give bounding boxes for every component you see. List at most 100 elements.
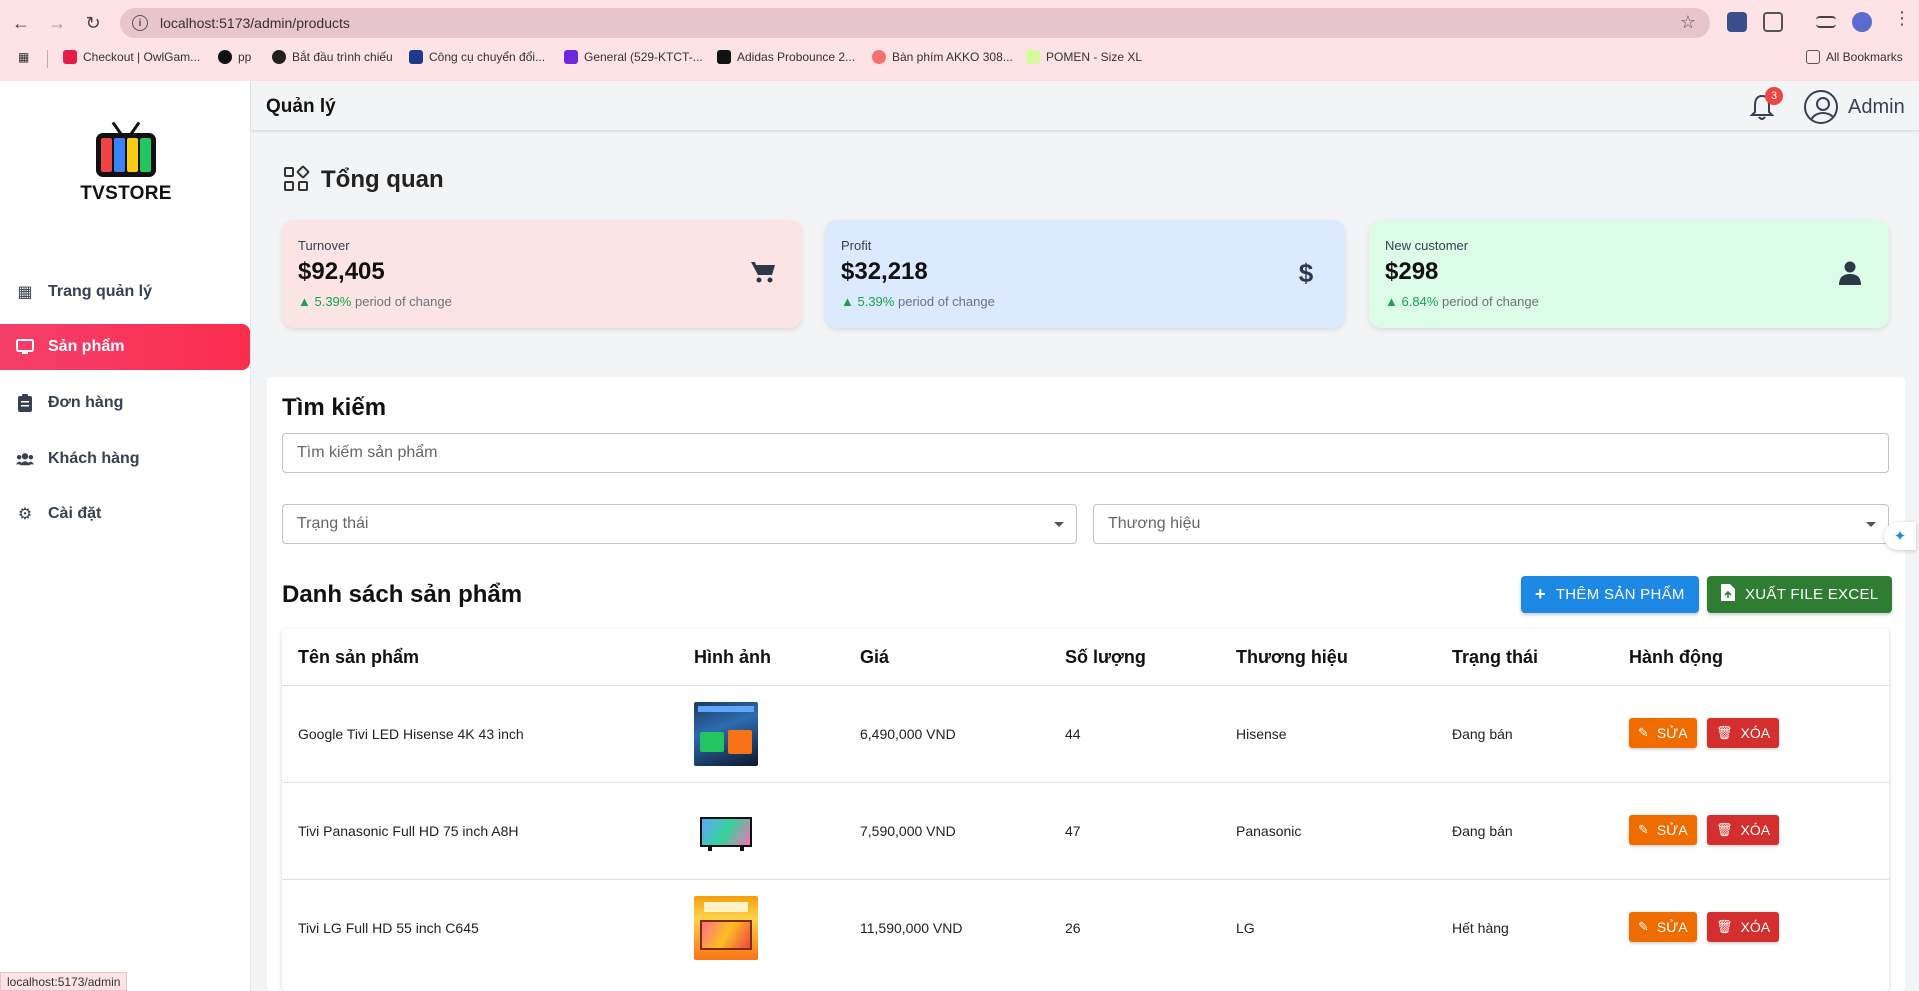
user-avatar-icon xyxy=(1804,90,1838,124)
profile-avatar[interactable] xyxy=(1852,12,1872,32)
delete-button[interactable]: 🗑 XÓA xyxy=(1707,718,1780,748)
product-price: 11,590,000 VND xyxy=(860,920,963,936)
store-logo[interactable]: TVSTORE xyxy=(78,121,174,211)
bookmark-item[interactable]: General (529-KTCT-... xyxy=(564,50,703,64)
bookmark-item[interactable]: Checkout | OwlGam... xyxy=(63,50,200,64)
column-header[interactable]: Giá xyxy=(860,647,889,668)
media-icon[interactable] xyxy=(1816,16,1836,28)
column-header[interactable]: Số lượng xyxy=(1065,647,1146,668)
edit-button[interactable]: ✎ SỬA xyxy=(1629,912,1697,942)
menu-icon[interactable]: ⋮ xyxy=(1893,8,1913,28)
edit-icon: ✎ xyxy=(1638,822,1649,837)
product-name: Google Tivi LED Hisense 4K 43 inch xyxy=(298,726,524,742)
top-header: Quản lý 3 Admin xyxy=(251,81,1919,131)
export-excel-button[interactable]: XUẤT FILE EXCEL xyxy=(1707,576,1893,613)
bookmark-item[interactable]: Adidas Probounce 2... xyxy=(717,50,855,64)
site-info-icon[interactable]: i xyxy=(132,15,148,31)
bookmark-favicon xyxy=(1026,50,1040,64)
add-product-button[interactable]: + THÊM SẢN PHẨM xyxy=(1521,576,1699,613)
bookmark-item[interactable]: pp xyxy=(218,50,251,64)
product-image xyxy=(694,896,758,960)
card-label: Profit xyxy=(841,238,872,253)
search-input[interactable]: Tìm kiếm sản phẩm xyxy=(282,433,1889,473)
sidebar-item-customers[interactable]: Khách hàng xyxy=(0,436,250,482)
up-arrow-icon: ▲ xyxy=(298,294,315,309)
sidebar-item-products[interactable]: Sản phẩm xyxy=(0,324,250,370)
column-header[interactable]: Trạng thái xyxy=(1452,647,1538,668)
change-percent: 5.39% xyxy=(314,294,352,309)
product-quantity: 47 xyxy=(1065,823,1081,839)
column-header[interactable]: Thương hiệu xyxy=(1236,647,1348,668)
column-header[interactable]: Hình ảnh xyxy=(694,647,771,668)
brand-select-placeholder: Thương hiệu xyxy=(1108,515,1201,532)
up-arrow-icon: ▲ xyxy=(1385,294,1402,309)
product-brand: LG xyxy=(1236,920,1255,936)
browser-status-bar: localhost:5173/admin xyxy=(0,972,128,991)
sidebar-item-dashboard[interactable]: ▦ Trang quản lý xyxy=(0,269,250,315)
bookmark-favicon xyxy=(409,50,423,64)
delete-label: XÓA xyxy=(1740,725,1771,741)
url-text: localhost:5173/admin/products xyxy=(160,15,350,31)
card-label: Turnover xyxy=(298,238,350,253)
user-menu[interactable]: Admin xyxy=(1804,90,1905,124)
all-bookmarks[interactable]: All Bookmarks xyxy=(1806,50,1903,64)
chevron-down-icon xyxy=(1054,522,1064,527)
sidebar-item-orders[interactable]: Đơn hàng xyxy=(0,380,250,426)
product-price: 6,490,000 VND xyxy=(860,726,956,742)
bookmark-item[interactable]: Bắt đầu trình chiếu xyxy=(272,50,393,64)
bookmark-item[interactable]: Bàn phím AKKO 308... xyxy=(872,50,1013,64)
bookmark-favicon xyxy=(717,50,731,64)
table-row[interactable]: Tivi LG Full HD 55 inch C645 11,590,000 … xyxy=(282,879,1889,976)
browser-toolbar: ← → ↻ i localhost:5173/admin/products ☆ … xyxy=(0,0,1919,81)
products-panel: Tìm kiếm Tìm kiếm sản phẩm Trạng thái Th… xyxy=(267,377,1905,991)
brand-select[interactable]: Thương hiệu xyxy=(1093,504,1889,544)
card-change: ▲ 6.84% period of change xyxy=(1385,294,1539,309)
column-header[interactable]: Hành động xyxy=(1629,647,1723,668)
forward-icon[interactable]: → xyxy=(46,12,68,34)
folder-icon xyxy=(1806,50,1820,64)
profit-card: Profit $32,218 ▲ 5.39% period of change … xyxy=(825,220,1345,328)
sidebar-item-settings[interactable]: ⚙ Cài đặt xyxy=(0,491,250,537)
column-header[interactable]: Tên sản phẩm xyxy=(298,647,419,668)
address-bar[interactable]: i localhost:5173/admin/products ☆ xyxy=(120,8,1710,38)
delete-label: XÓA xyxy=(1740,919,1771,935)
username: Admin xyxy=(1848,95,1905,118)
floating-extension-icon[interactable]: ✦ xyxy=(1884,522,1916,550)
users-icon xyxy=(16,450,34,468)
card-label: New customer xyxy=(1385,238,1469,253)
notification-badge: 3 xyxy=(1765,87,1783,105)
edit-label: SỬA xyxy=(1656,725,1688,741)
edit-label: SỬA xyxy=(1656,919,1688,935)
table-row[interactable]: Tivi Panasonic Full HD 75 inch A8H 7,590… xyxy=(282,782,1889,879)
bookmark-favicon xyxy=(272,50,286,64)
sidebar-item-label: Cài đặt xyxy=(48,505,102,522)
card-change: ▲ 5.39% period of change xyxy=(841,294,995,309)
bookmark-item[interactable]: Công cụ chuyển đổi... xyxy=(409,50,545,64)
status-select[interactable]: Trạng thái xyxy=(282,504,1077,544)
bookmark-star-icon[interactable]: ☆ xyxy=(1680,12,1696,33)
sidebar: TVSTORE ▦ Trang quản lý Sản phẩm Đơn hàn… xyxy=(0,81,251,991)
product-list-title: Danh sách sản phẩm xyxy=(282,581,523,608)
reload-icon[interactable]: ↻ xyxy=(82,12,104,34)
apps-grid-icon[interactable]: ▦ xyxy=(18,50,29,64)
back-icon[interactable]: ← xyxy=(10,12,32,34)
product-quantity: 44 xyxy=(1065,726,1081,742)
edit-button[interactable]: ✎ SỬA xyxy=(1629,815,1697,845)
trash-icon: 🗑 xyxy=(1716,822,1733,837)
delete-button[interactable]: 🗑 XÓA xyxy=(1707,912,1780,942)
edit-button[interactable]: ✎ SỬA xyxy=(1629,718,1697,748)
notification-button[interactable]: 3 xyxy=(1749,87,1783,121)
delete-label: XÓA xyxy=(1740,822,1771,838)
delete-button[interactable]: 🗑 XÓA xyxy=(1707,815,1780,845)
table-row[interactable]: Google Tivi LED Hisense 4K 43 inch 6,490… xyxy=(282,685,1889,782)
export-excel-label: XUẤT FILE EXCEL xyxy=(1745,586,1879,603)
status-select-placeholder: Trạng thái xyxy=(297,515,369,532)
puzzle-icon[interactable] xyxy=(1763,12,1783,32)
extension-icon[interactable] xyxy=(1727,12,1747,32)
sidebar-item-label: Đơn hàng xyxy=(48,394,124,411)
product-name: Tivi LG Full HD 55 inch C645 xyxy=(298,920,479,936)
edit-icon: ✎ xyxy=(1638,919,1649,934)
bookmark-item[interactable]: POMEN - Size XL xyxy=(1026,50,1142,64)
change-text: period of change xyxy=(1441,294,1539,309)
add-product-label: THÊM SẢN PHẨM xyxy=(1555,586,1685,603)
